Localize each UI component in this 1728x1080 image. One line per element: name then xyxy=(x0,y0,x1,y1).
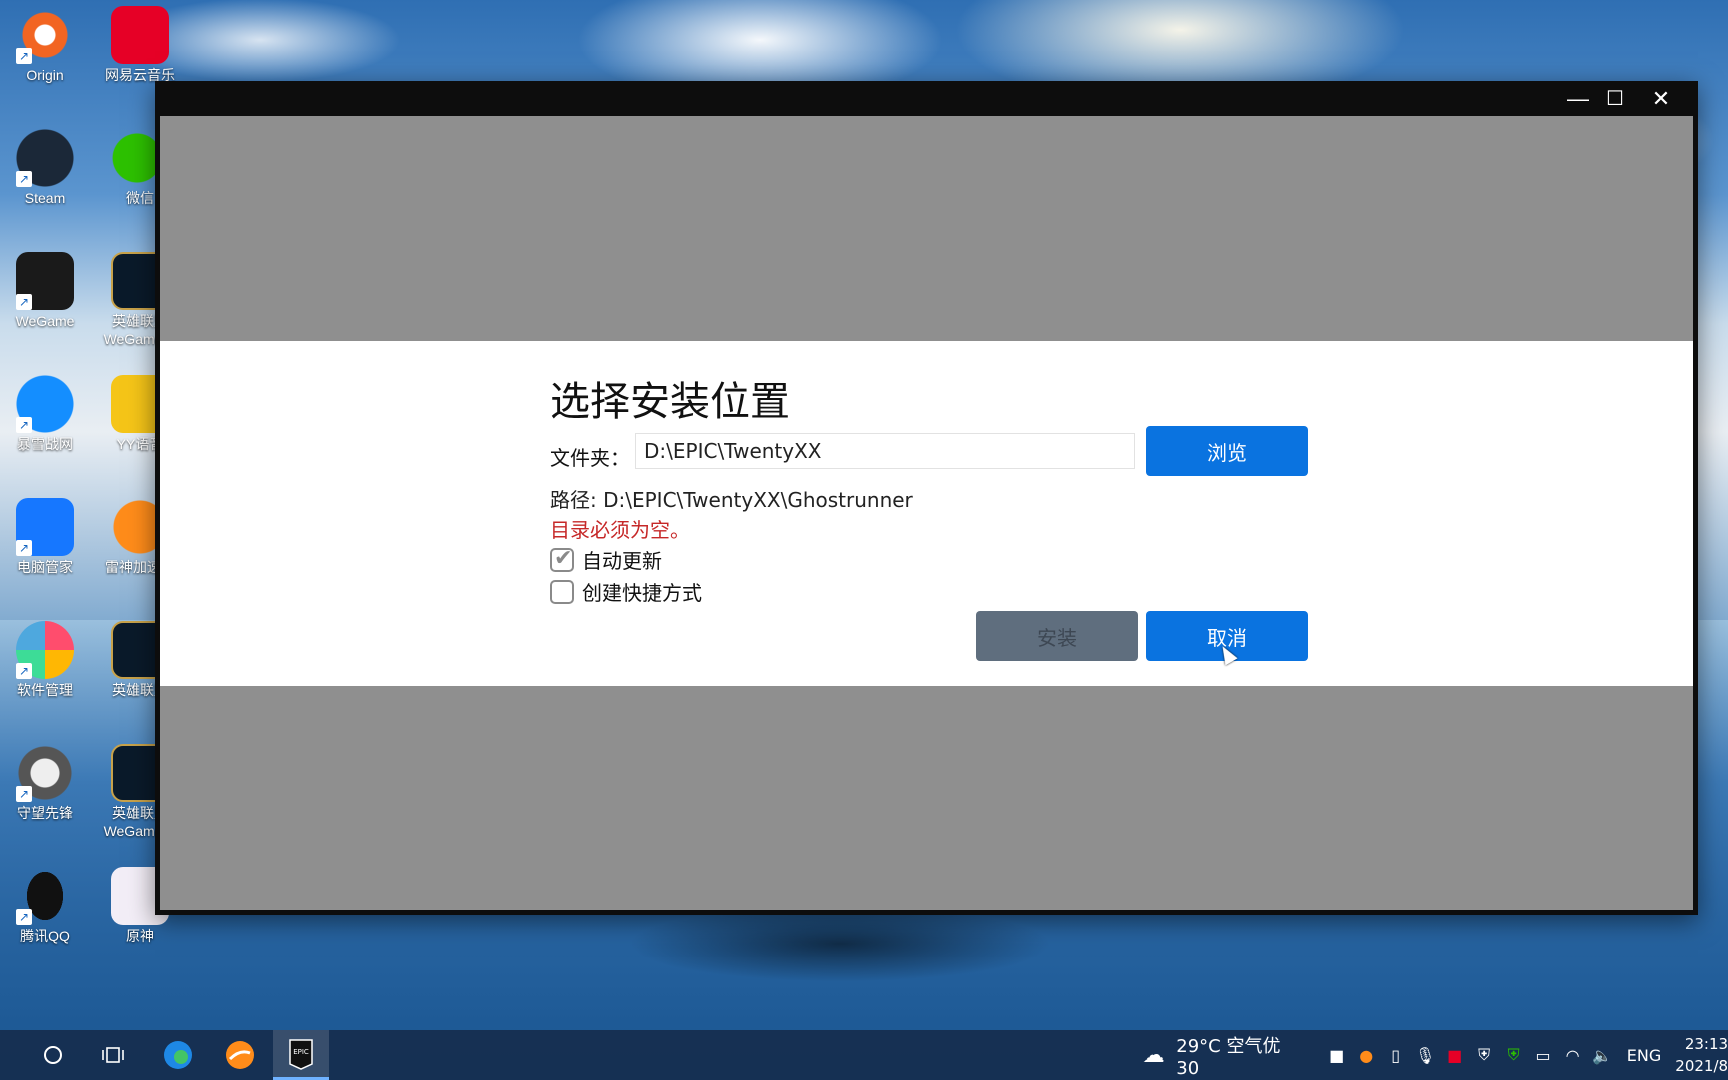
maximize-button[interactable]: ☐ xyxy=(1595,81,1635,116)
edge-icon xyxy=(164,1041,192,1069)
system-tray: ☁ 29°C 空气优 30 ■ ● ▯ 🎙 ■ ⛨ ⛨ ▭ ◠ 🔈 ENG 23… xyxy=(1135,1030,1728,1080)
overwatch-icon: ↗ xyxy=(16,744,74,802)
steam-icon: ↗ xyxy=(16,129,74,187)
origin-icon: ↗ xyxy=(16,6,74,64)
taskbar-leishen[interactable] xyxy=(212,1030,268,1080)
window-titlebar[interactable]: — ☐ ✕ xyxy=(155,81,1698,116)
desktop-icon-battlenet[interactable]: ↗ 暴雪战网 xyxy=(0,369,90,453)
clover-icon: ↗ xyxy=(16,621,74,679)
desktop-icon-software-manager[interactable]: ↗ 软件管理 xyxy=(0,615,90,699)
language-indicator[interactable]: ENG xyxy=(1627,1046,1661,1065)
clock-date: 2021/8 xyxy=(1675,1057,1728,1075)
folder-label: 文件夹： xyxy=(550,446,630,470)
taskbar-epic-games[interactable]: EPIC xyxy=(273,1030,329,1080)
battlenet-icon: ↗ xyxy=(16,375,74,433)
create-shortcut-checkbox[interactable] xyxy=(550,579,574,604)
auto-update-label: 自动更新 xyxy=(582,549,662,573)
defender-icon[interactable]: ⛨ xyxy=(1473,1044,1494,1066)
taskbar-edge[interactable] xyxy=(150,1030,206,1080)
desktop-icon-overwatch[interactable]: ↗ 守望先锋 xyxy=(0,738,90,822)
wegame-icon: ↗ xyxy=(16,252,74,310)
dialog-title: 选择安装位置 xyxy=(550,379,790,425)
desktop-icon-wegame[interactable]: ↗ WeGame xyxy=(0,246,90,330)
browse-button[interactable]: 浏览 xyxy=(1146,426,1308,476)
desktop-icon-steam[interactable]: ↗ Steam xyxy=(0,123,90,207)
desktop-icon-label: WeGame xyxy=(15,313,75,329)
start-button[interactable] xyxy=(0,1030,20,1080)
auto-update-checkbox[interactable] xyxy=(550,546,574,572)
music-tray-icon[interactable]: ■ xyxy=(1444,1044,1465,1066)
leishen-icon xyxy=(226,1041,254,1069)
folder-path-input[interactable] xyxy=(635,433,1135,469)
create-shortcut-row[interactable]: 创建快捷方式 xyxy=(550,577,702,606)
desktop-icon-label: Origin xyxy=(26,67,64,83)
create-shortcut-label: 创建快捷方式 xyxy=(582,581,702,605)
search-circle-icon xyxy=(44,1046,62,1064)
desktop-icon-label: 腾讯QQ xyxy=(20,928,70,944)
task-view-icon xyxy=(102,1047,124,1063)
clock[interactable]: 23:13 2021/8 xyxy=(1675,1033,1728,1077)
dialog-body: 选择安装位置 文件夹： 浏览 路径: D:\EPIC\TwentyXX\Ghos… xyxy=(550,341,1310,686)
modal-overlay: 选择安装位置 文件夹： 浏览 路径: D:\EPIC\TwentyXX\Ghos… xyxy=(160,116,1693,910)
search-button[interactable] xyxy=(25,1030,81,1080)
epic-games-icon: EPIC xyxy=(289,1038,313,1070)
install-path-text: 路径: D:\EPIC\TwentyXX\Ghostrunner xyxy=(550,488,913,512)
clock-time: 23:13 xyxy=(1684,1035,1728,1053)
wallpaper-reflection xyxy=(560,900,1120,1010)
usb-icon[interactable]: ▯ xyxy=(1385,1044,1406,1066)
install-button[interactable]: 安装 xyxy=(976,611,1138,661)
desktop-icon-netease-music[interactable]: 网易云音乐 xyxy=(95,0,185,84)
penguin-icon: ↗ xyxy=(16,867,74,925)
wifi-icon[interactable]: ◠ xyxy=(1562,1044,1583,1066)
desktop-icon-origin[interactable]: ↗ Origin xyxy=(0,0,90,84)
desktop-icon-label: 原神 xyxy=(126,928,154,944)
minimize-button[interactable]: — xyxy=(1558,81,1598,116)
close-button[interactable]: ✕ xyxy=(1641,81,1681,116)
install-location-dialog: 选择安装位置 文件夹： 浏览 路径: D:\EPIC\TwentyXX\Ghos… xyxy=(160,341,1693,686)
battery-icon[interactable]: ▭ xyxy=(1532,1044,1553,1066)
task-view-button[interactable] xyxy=(85,1030,141,1080)
leishen-tray-icon[interactable]: ● xyxy=(1355,1044,1376,1066)
security-tray-icon[interactable]: ⛨ xyxy=(1503,1044,1524,1066)
volume-icon[interactable]: 🔈 xyxy=(1591,1044,1612,1066)
auto-update-row[interactable]: 自动更新 xyxy=(550,545,662,574)
desktop-icon-label: 守望先锋 xyxy=(17,805,73,821)
shield-icon: ↗ xyxy=(16,498,74,556)
desktop-icon-label: 软件管理 xyxy=(17,682,73,698)
desktop-icon-qq[interactable]: ↗ 腾讯QQ xyxy=(0,861,90,945)
epic-tray-icon[interactable]: ■ xyxy=(1326,1044,1347,1066)
music-icon xyxy=(111,6,169,64)
taskbar: EPIC ☁ 29°C 空气优 30 ■ ● ▯ 🎙 ■ ⛨ ⛨ ▭ ◠ 🔈 E… xyxy=(0,1030,1728,1080)
svg-text:EPIC: EPIC xyxy=(293,1048,309,1056)
microphone-icon[interactable]: 🎙 xyxy=(1414,1044,1435,1066)
epic-launcher-window: — ☐ ✕ 选择安装位置 文件夹： 浏览 路径: D:\EPIC\TwentyX… xyxy=(155,81,1698,915)
desktop-icon-label: Steam xyxy=(24,190,66,206)
cloud-icon: ☁ xyxy=(1142,1042,1165,1068)
error-message: 目录必须为空。 xyxy=(550,518,690,542)
desktop-icon-label: 暴雪战网 xyxy=(17,436,73,452)
weather-text[interactable]: 29°C 空气优 30 xyxy=(1176,1032,1306,1079)
desktop-icon-pc-manager[interactable]: ↗ 电脑管家 xyxy=(0,492,90,576)
desktop-icon-label: 电脑管家 xyxy=(17,559,73,575)
